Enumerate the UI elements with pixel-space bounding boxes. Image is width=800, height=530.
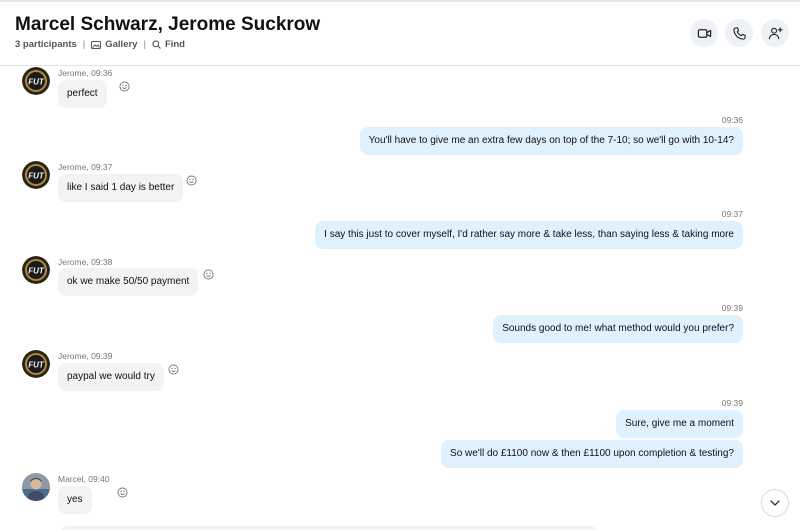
video-call-button[interactable] — [690, 19, 718, 47]
participants-count-link[interactable]: 3 participants — [15, 39, 77, 50]
svg-text:FUT: FUT — [28, 267, 45, 276]
incoming-message-bubble[interactable]: yes — [58, 486, 92, 514]
add-person-icon — [768, 26, 783, 39]
search-icon — [152, 40, 161, 49]
find-label: Find — [164, 39, 185, 50]
user-photo-avatar — [22, 473, 50, 501]
add-reaction-icon[interactable] — [117, 487, 128, 498]
chevron-down-icon — [770, 500, 780, 506]
incoming-message-bubble[interactable]: perfect — [58, 80, 107, 108]
avatar[interactable]: FUT — [22, 350, 50, 378]
fut-coin-avatar: FUT — [22, 161, 50, 189]
svg-text:FUT: FUT — [28, 361, 45, 370]
avatar[interactable] — [22, 473, 50, 501]
conversation-header: Marcel Schwarz, Jerome Suckrow 3 partici… — [0, 2, 800, 66]
partially-visible-message — [62, 526, 596, 530]
add-reaction-icon[interactable] — [168, 364, 179, 375]
message-time: 09:39 — [721, 398, 743, 408]
audio-call-button[interactable] — [725, 19, 753, 47]
scroll-to-bottom-button[interactable] — [761, 489, 789, 517]
conversation-title[interactable]: Marcel Schwarz, Jerome Suckrow — [15, 14, 320, 36]
message-sender-time: Jerome, 09:38 — [58, 257, 113, 267]
svg-text:FUT: FUT — [28, 78, 45, 87]
outgoing-message-bubble[interactable]: I say this just to cover myself, I'd rat… — [315, 221, 743, 249]
fut-coin-avatar: FUT — [22, 67, 50, 95]
gallery-button[interactable]: Gallery — [91, 39, 137, 50]
add-reaction-icon[interactable] — [119, 81, 130, 92]
gallery-label: Gallery — [105, 39, 138, 50]
conversation-subheader: 3 participants | Gallery | Find — [15, 39, 185, 50]
find-button[interactable]: Find — [152, 39, 185, 50]
incoming-message-bubble[interactable]: ok we make 50/50 payment — [58, 268, 199, 296]
message-sender-time: Marcel, 09:40 — [58, 474, 110, 484]
message-time: 09:39 — [721, 303, 743, 313]
incoming-message-bubble[interactable]: paypal we would try — [58, 363, 164, 391]
add-reaction-icon[interactable] — [203, 269, 214, 280]
outgoing-message-bubble[interactable]: So we'll do £1100 now & then £1100 upon … — [441, 440, 743, 468]
incoming-message-bubble[interactable]: like I said 1 day is better — [58, 174, 184, 202]
avatar[interactable]: FUT — [22, 161, 50, 189]
add-participant-button[interactable] — [761, 19, 789, 47]
fut-coin-avatar: FUT — [22, 256, 50, 284]
add-reaction-icon[interactable] — [186, 175, 197, 186]
avatar[interactable]: FUT — [22, 256, 50, 284]
message-list[interactable]: FUT Jerome, 09:36 perfect 09:36 You'll h… — [0, 67, 800, 530]
avatar[interactable]: FUT — [22, 67, 50, 95]
fut-coin-avatar: FUT — [22, 350, 50, 378]
separator: | — [82, 39, 86, 50]
outgoing-message-bubble[interactable]: Sounds good to me! what method would you… — [493, 315, 743, 343]
svg-text:FUT: FUT — [28, 172, 45, 181]
message-time: 09:36 — [721, 115, 743, 125]
separator: | — [143, 39, 146, 50]
phone-icon — [732, 26, 746, 40]
message-time: 09:37 — [721, 209, 743, 219]
outgoing-message-bubble[interactable]: Sure, give me a moment — [616, 410, 743, 438]
outgoing-message-bubble[interactable]: You'll have to give me an extra few days… — [359, 127, 743, 155]
message-sender-time: Jerome, 09:37 — [58, 162, 113, 172]
gallery-icon — [91, 40, 102, 49]
message-sender-time: Jerome, 09:39 — [58, 351, 113, 361]
message-sender-time: Jerome, 09:36 — [58, 68, 113, 78]
video-camera-icon — [697, 28, 711, 38]
